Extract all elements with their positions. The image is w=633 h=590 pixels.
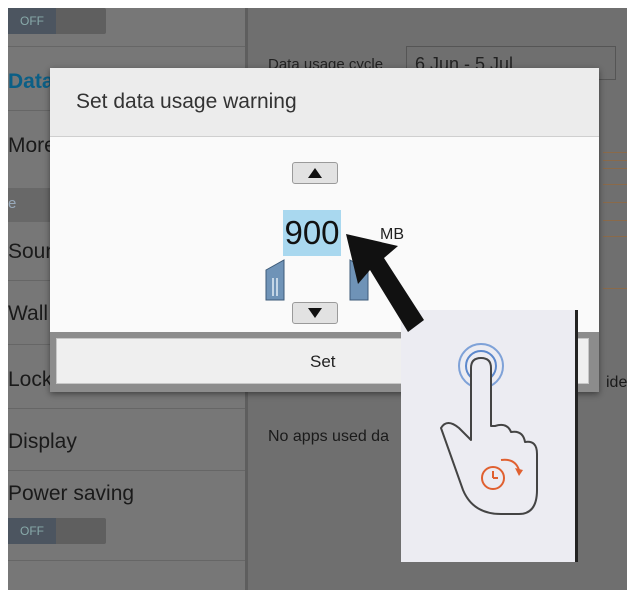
tap-gesture-illustration <box>401 310 578 562</box>
decrement-button[interactable] <box>292 302 338 324</box>
settings-item-display[interactable]: Display <box>8 430 77 454</box>
settings-item-data[interactable]: Data <box>8 70 54 94</box>
divider <box>8 560 245 561</box>
settings-item-power-saving[interactable]: Power saving <box>8 482 134 506</box>
divider <box>8 470 245 471</box>
settings-item-wallpaper[interactable]: Wall <box>8 302 48 326</box>
dialog-header: Set data usage warning <box>50 68 599 137</box>
tap-hand-icon <box>440 343 538 515</box>
set-button-label: Set <box>310 352 336 371</box>
slider-label: ider <box>606 374 627 391</box>
toggle-off-label: OFF <box>8 518 56 544</box>
left-scroll-handle[interactable] <box>264 258 286 302</box>
top-toggle[interactable]: OFF <box>8 8 106 34</box>
warning-value-field[interactable]: 900 <box>283 210 341 256</box>
no-apps-text: No apps used da <box>268 428 389 445</box>
divider <box>8 408 245 409</box>
pointer-arrow-icon <box>346 234 424 332</box>
usage-graph <box>603 138 627 318</box>
toggle-off-label: OFF <box>8 8 56 34</box>
dialog-title: Set data usage warning <box>76 90 297 113</box>
down-arrow-icon <box>308 308 322 318</box>
up-arrow-icon <box>308 168 322 178</box>
screen: OFF Data More e Sound Wall Lock Display … <box>8 8 627 590</box>
settings-item-more[interactable]: More <box>8 134 56 158</box>
power-saving-toggle[interactable]: OFF <box>8 518 106 544</box>
divider <box>8 46 245 47</box>
settings-item-lock[interactable]: Lock <box>8 368 52 392</box>
increment-button[interactable] <box>292 162 338 184</box>
